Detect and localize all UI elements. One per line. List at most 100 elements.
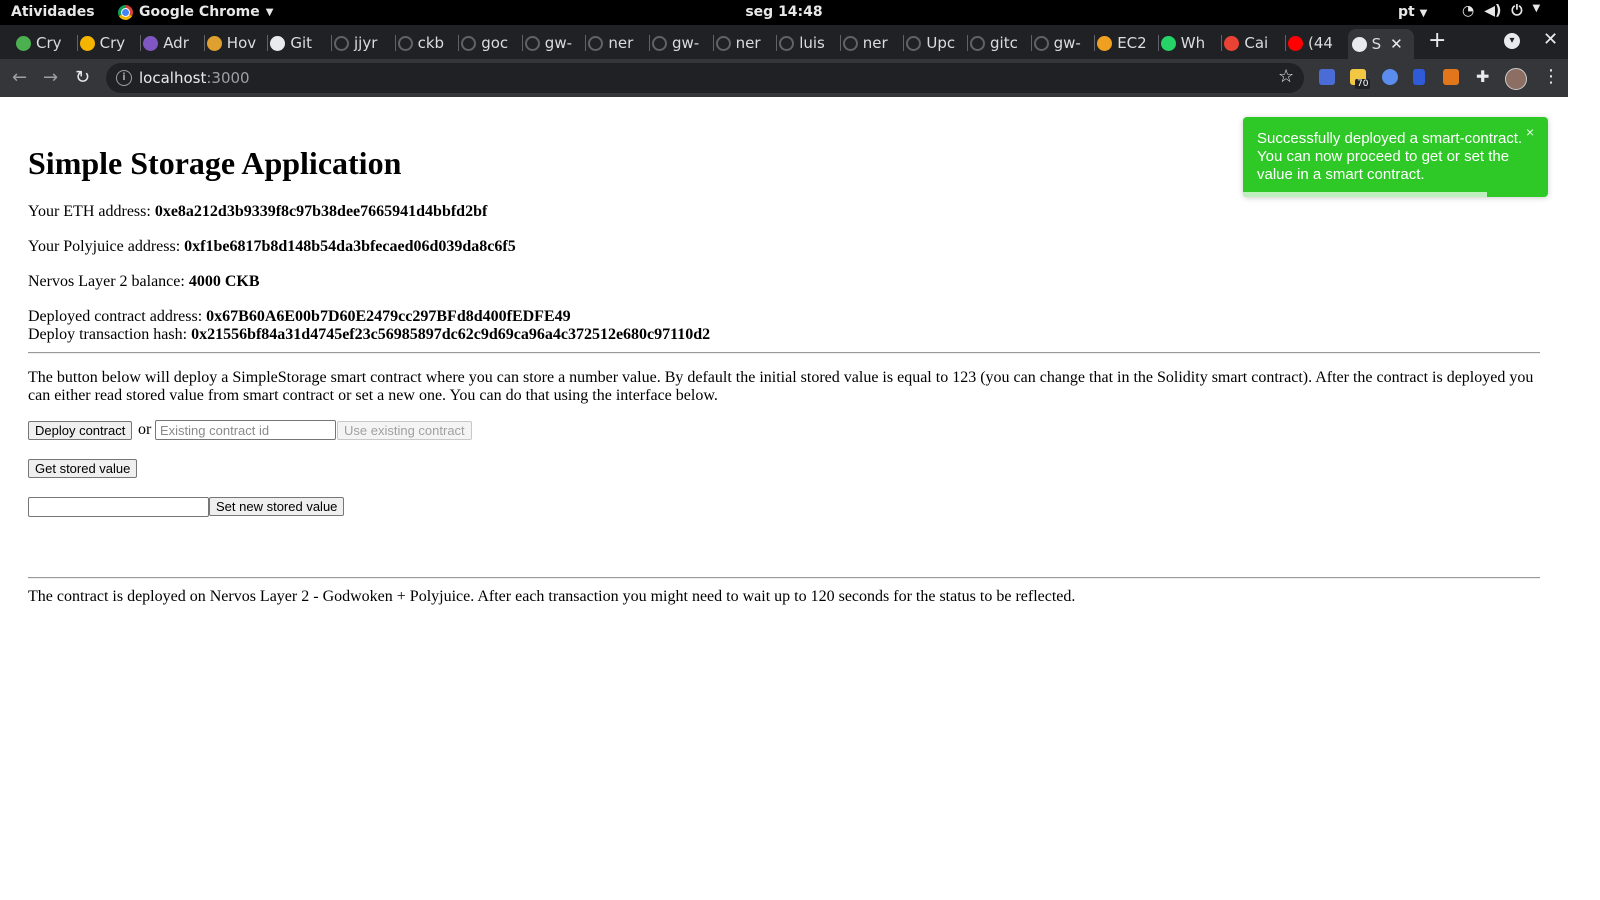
language-indicator[interactable]: pt ▼ (1398, 4, 1427, 20)
balance-label: Nervos Layer 2 balance: (28, 273, 189, 290)
github-icon (842, 35, 858, 51)
language-label: pt (1398, 4, 1415, 20)
activities-button[interactable]: Atividades (11, 4, 95, 20)
circle-extension-icon[interactable] (1382, 69, 1398, 85)
eth-address-value: 0xe8a212d3b9339f8c97b38dee7665941d4bbfd2… (154, 203, 488, 220)
tab-strip: + ▾ ✕ Cry Cry Adr Hov Git jjyr ckb goc gw-ner gw-… (0, 25, 1568, 59)
browser-tab[interactable]: Cry (12, 29, 78, 57)
site-info-icon[interactable]: i (116, 70, 132, 86)
system-status-icons[interactable]: ◔ ◀) ⏻ ▼ (1462, 3, 1540, 19)
divider (28, 352, 1540, 354)
bookmark-star-icon[interactable]: ☆ (1278, 66, 1294, 87)
browser-tab[interactable]: Wh (1157, 29, 1223, 57)
browser-tab[interactable]: ckb (394, 29, 460, 57)
purple-app-icon (143, 35, 159, 51)
tab-title: goc (481, 34, 509, 52)
tab-title: jjyr (354, 34, 378, 52)
browser-tab[interactable]: gw- (521, 29, 587, 57)
aws-box-icon (1097, 35, 1113, 51)
close-window-icon[interactable]: ✕ (1543, 29, 1558, 50)
tab-title: Wh (1180, 34, 1206, 52)
set-stored-value-button[interactable]: Set new stored value (209, 497, 345, 516)
existing-contract-input[interactable] (155, 420, 336, 440)
browser-tab[interactable]: Cai (1220, 29, 1286, 57)
browser-tab[interactable]: gw- (648, 29, 714, 57)
tab-title: luis (799, 34, 825, 52)
tab-title: Cry (36, 34, 62, 52)
contract-address-label: Deployed contract address: (28, 308, 207, 325)
browser-tab[interactable]: gw- (1030, 29, 1096, 57)
browser-tab[interactable]: Cry (76, 29, 142, 57)
c-logo-icon (79, 35, 95, 51)
tx-hash-label: Deploy transaction hash: (28, 326, 192, 343)
tab-title: ner (862, 34, 888, 52)
tx-hash-row: Deploy transaction hash: 0x21556bf84a31d… (28, 326, 710, 344)
chevron-down-icon: ▼ (1532, 3, 1541, 14)
gmail-icon (1224, 35, 1240, 51)
translate-extension-icon[interactable] (1319, 69, 1335, 85)
browser-tab[interactable]: EC2 (1093, 29, 1159, 57)
browser-tab[interactable]: Upc (902, 29, 968, 57)
power-icon: ⏻ (1511, 3, 1523, 19)
browser-tab[interactable]: (44 (1284, 29, 1350, 57)
reload-icon[interactable]: ↻ (75, 67, 90, 88)
chrome-menu-icon[interactable]: ⋮ (1542, 66, 1560, 87)
cube-icon (16, 35, 31, 51)
balance-value: 4000 CKB (188, 273, 260, 290)
github-icon (397, 35, 413, 51)
metamask-fox-icon[interactable] (1443, 69, 1459, 85)
tab-search-icon[interactable]: ▾ (1504, 33, 1520, 49)
tab-title: ckb (417, 34, 445, 52)
balance-row: Nervos Layer 2 balance: 4000 CKB (28, 273, 259, 291)
new-tab-button[interactable]: + (1428, 28, 1446, 53)
tab-title: gw- (544, 34, 572, 52)
polyjuice-address-row: Your Polyjuice address: 0xf1be6817b8d148… (28, 238, 516, 256)
back-arrow-icon[interactable]: ← (12, 67, 27, 88)
browser-tab[interactable]: ner (839, 29, 905, 57)
extension-badge: 70 (1355, 79, 1371, 89)
success-toast[interactable]: Successfully deployed a smart-contract. … (1243, 117, 1548, 197)
deploy-contract-button[interactable]: Deploy contract (28, 421, 133, 440)
globe-icon (1351, 36, 1367, 52)
profile-avatar[interactable] (1505, 68, 1527, 90)
browser-tab[interactable]: goc (457, 29, 523, 57)
github-icon (970, 35, 985, 51)
browser-tab[interactable]: S ✕ (1347, 29, 1414, 59)
url-host: localhost (139, 69, 207, 87)
browser-tab[interactable]: Git (266, 29, 332, 57)
tx-hash-value: 0x21556bf84a31d4745ef23c56985897dc62c9d6… (191, 326, 711, 343)
browser-tab[interactable]: Hov (203, 29, 269, 57)
browser-tab[interactable]: ner (712, 29, 778, 57)
close-icon[interactable]: × (1526, 123, 1534, 141)
toast-message: Successfully deployed a smart-contract. … (1257, 130, 1523, 183)
browser-tab[interactable]: ner (584, 29, 650, 57)
wifi-icon: ◔ (1462, 3, 1475, 19)
volume-icon: ◀) (1484, 3, 1502, 19)
eth-address-row: Your ETH address: 0xe8a212d3b9339f8c97b3… (28, 203, 487, 221)
app-menu-label: Google Chrome (139, 4, 260, 20)
browser-tab[interactable]: Adr (139, 29, 205, 57)
tab-title: S (1371, 35, 1382, 53)
eth-address-label: Your ETH address: (28, 203, 155, 220)
browser-tab[interactable]: jjyr (330, 29, 396, 57)
bitwarden-shield-icon[interactable] (1413, 69, 1425, 85)
forward-arrow-icon[interactable]: → (43, 67, 58, 88)
extensions-puzzle-icon[interactable]: ✚ (1476, 67, 1489, 86)
tab-title: (44 (1308, 34, 1333, 52)
use-existing-contract-button[interactable]: Use existing contract (337, 421, 472, 440)
close-tab-icon[interactable]: ✕ (1390, 35, 1403, 53)
page-content: Simple Storage Application Your ETH addr… (0, 97, 1568, 882)
url-text[interactable]: localhost:3000 (139, 69, 250, 87)
github-icon (715, 35, 731, 51)
browser-toolbar: ← → ↻ i localhost:3000 ☆ ✚ ⋮ (0, 59, 1568, 97)
or-text: or (138, 421, 152, 438)
tab-title: Cry (99, 34, 126, 52)
address-bar[interactable]: i localhost:3000 ☆ (106, 63, 1304, 93)
get-stored-value-button[interactable]: Get stored value (28, 459, 138, 478)
browser-tab[interactable]: luis (775, 29, 841, 57)
app-menu[interactable]: Google Chrome ▼ (118, 4, 273, 20)
new-value-input[interactable] (28, 497, 209, 517)
tab-title: gw- (1053, 34, 1081, 52)
clock[interactable]: seg 14:48 (745, 4, 822, 20)
browser-tab[interactable]: gitc (966, 29, 1032, 57)
